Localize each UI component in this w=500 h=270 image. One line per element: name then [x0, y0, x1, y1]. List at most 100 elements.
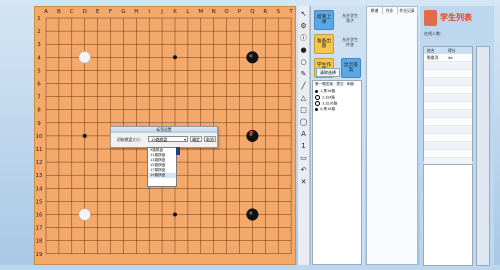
row-label: 13: [36, 173, 43, 179]
square-icon[interactable]: □: [299, 106, 308, 115]
student-score: 4e: [448, 55, 453, 60]
pointer-icon[interactable]: ↖: [299, 10, 308, 19]
clear-selection-button[interactable]: 清除选择: [316, 68, 340, 77]
chevron-down-icon: ▾: [184, 137, 186, 142]
table-row: [424, 118, 472, 126]
end-class-button[interactable]: 结束上课: [314, 10, 334, 30]
row-label: 2: [37, 29, 41, 35]
row-label: 3: [37, 42, 41, 48]
table-row[interactable]: 陈俊洋 4e: [424, 54, 472, 62]
stone-shine: [249, 54, 253, 58]
row-label: 4: [37, 55, 41, 61]
board-size-select[interactable]: 19路棋盘 ▾: [148, 136, 188, 142]
list-item[interactable]: 1.黑16路: [315, 89, 335, 94]
column-label: B: [57, 9, 61, 15]
column-label: J: [160, 9, 163, 15]
column-label: G: [121, 9, 125, 15]
row-label: 18: [36, 239, 43, 245]
dropdown-scroll-thumb[interactable]: [176, 147, 180, 155]
column-label: N: [212, 9, 216, 15]
list-item-label: 4.黑16路: [320, 107, 336, 111]
white-stone-icon: [315, 95, 320, 100]
eraser-icon[interactable]: ▭: [299, 154, 308, 163]
row-label: 10: [36, 134, 43, 140]
chat-area[interactable]: [423, 164, 473, 266]
list-item-label: 1.黑16路: [320, 89, 336, 93]
table-row: [424, 126, 472, 134]
row-label: 19: [36, 252, 43, 258]
black-stone-icon: [315, 107, 318, 111]
triangle-icon[interactable]: △: [299, 94, 308, 103]
gear-icon[interactable]: ⚙: [299, 22, 308, 31]
column-label: K: [173, 9, 177, 15]
end-class-label: 结束上课: [316, 14, 332, 26]
student-table-header: 姓名 得分: [424, 47, 472, 54]
cancel-button[interactable]: 取消: [204, 136, 216, 142]
stone-black-icon[interactable]: ●: [299, 46, 308, 55]
tab-record[interactable]: 棋谱: [367, 7, 383, 14]
table-row: [424, 86, 472, 94]
list-header: 第一题答案 · 提交 · 刷新: [315, 82, 355, 86]
tab-homework-record[interactable]: 作业记录: [397, 7, 418, 14]
tool-strip: ↖ ⚙ ⓘ ● ○ ✎ ╱ △ □ ◯ A 1 ▭ ↶ ✕: [298, 6, 310, 265]
number-icon[interactable]: 1: [299, 142, 308, 151]
prepare-question-button[interactable]: 准备出题: [314, 34, 334, 54]
ok-button[interactable]: 确定: [190, 136, 202, 142]
allow-answer-link[interactable]: 允许学生作答: [341, 37, 359, 47]
row-label: 1: [37, 16, 41, 22]
allow-move-link[interactable]: 允许学生落子: [341, 13, 359, 23]
circle-icon[interactable]: ◯: [299, 118, 308, 127]
stone-shine: [249, 211, 253, 215]
black-stone[interactable]: [246, 208, 259, 221]
student-table: 姓名 得分 陈俊洋 4e: [423, 46, 473, 174]
row-label: 17: [36, 226, 43, 232]
board-size-dropdown: 9路棋盘 11路棋盘 13路棋盘 15路棋盘 17路棋盘 19路棋盘: [147, 147, 177, 187]
online-count-label: 在线人数：: [424, 31, 444, 36]
row-label: 11: [36, 147, 43, 153]
name-column-header: 姓名: [427, 48, 435, 53]
scrollbar[interactable]: [476, 46, 490, 266]
show-answer-button[interactable]: 显示答案: [341, 58, 361, 78]
row-label: 7: [37, 95, 41, 101]
list-item-label: 2.白4路: [322, 95, 335, 100]
column-label: T: [288, 9, 293, 15]
column-label: F: [109, 9, 112, 15]
line-icon[interactable]: ╱: [299, 82, 308, 91]
white-stone[interactable]: [78, 51, 91, 64]
row-label: 9: [37, 121, 41, 127]
info-icon[interactable]: ⓘ: [299, 34, 308, 43]
white-stone[interactable]: [78, 208, 91, 221]
black-stone-icon: [315, 89, 318, 93]
dropdown-option-selected[interactable]: 19路棋盘: [148, 173, 176, 178]
board-size-dialog: 标签设置 初始棋盘大小： 19路棋盘 ▾ 确定 取消: [110, 126, 218, 148]
list-item[interactable]: 4.黑16路: [315, 107, 335, 112]
column-label: C: [70, 9, 74, 15]
list-item[interactable]: 3.白16路: [315, 101, 337, 106]
row-label: 6: [37, 82, 41, 88]
score-column-header: 得分: [448, 48, 456, 53]
column-label: D: [83, 9, 87, 15]
column-label: P: [238, 9, 242, 15]
prepare-question-label: 准备出题: [316, 38, 332, 50]
pen-icon[interactable]: ✎: [299, 70, 308, 79]
tab-homework[interactable]: 作业: [382, 7, 398, 14]
list-item[interactable]: 2.白4路: [315, 95, 335, 100]
column-label: R: [263, 9, 267, 15]
student-icon: [424, 10, 437, 26]
stone-white-icon[interactable]: ○: [299, 58, 308, 67]
student-list-title: 学生列表: [440, 13, 472, 22]
table-row: [424, 94, 472, 102]
column-label: L: [186, 9, 190, 15]
black-stone[interactable]: [246, 51, 259, 64]
student-name: 陈俊洋: [427, 55, 439, 60]
student-panel: 学生列表 在线人数： 姓名 得分 陈俊洋 4e: [420, 6, 494, 266]
table-row: [424, 110, 472, 118]
record-panel: 棋谱 作业 作业记录: [366, 6, 418, 265]
table-row: [424, 134, 472, 142]
star-point: [173, 55, 177, 60]
letter-icon[interactable]: A: [299, 130, 308, 139]
undo-icon[interactable]: ↶: [299, 166, 308, 175]
last-move-marker: [249, 130, 254, 133]
clear-icon[interactable]: ✕: [299, 178, 308, 187]
column-label: E: [96, 9, 100, 15]
